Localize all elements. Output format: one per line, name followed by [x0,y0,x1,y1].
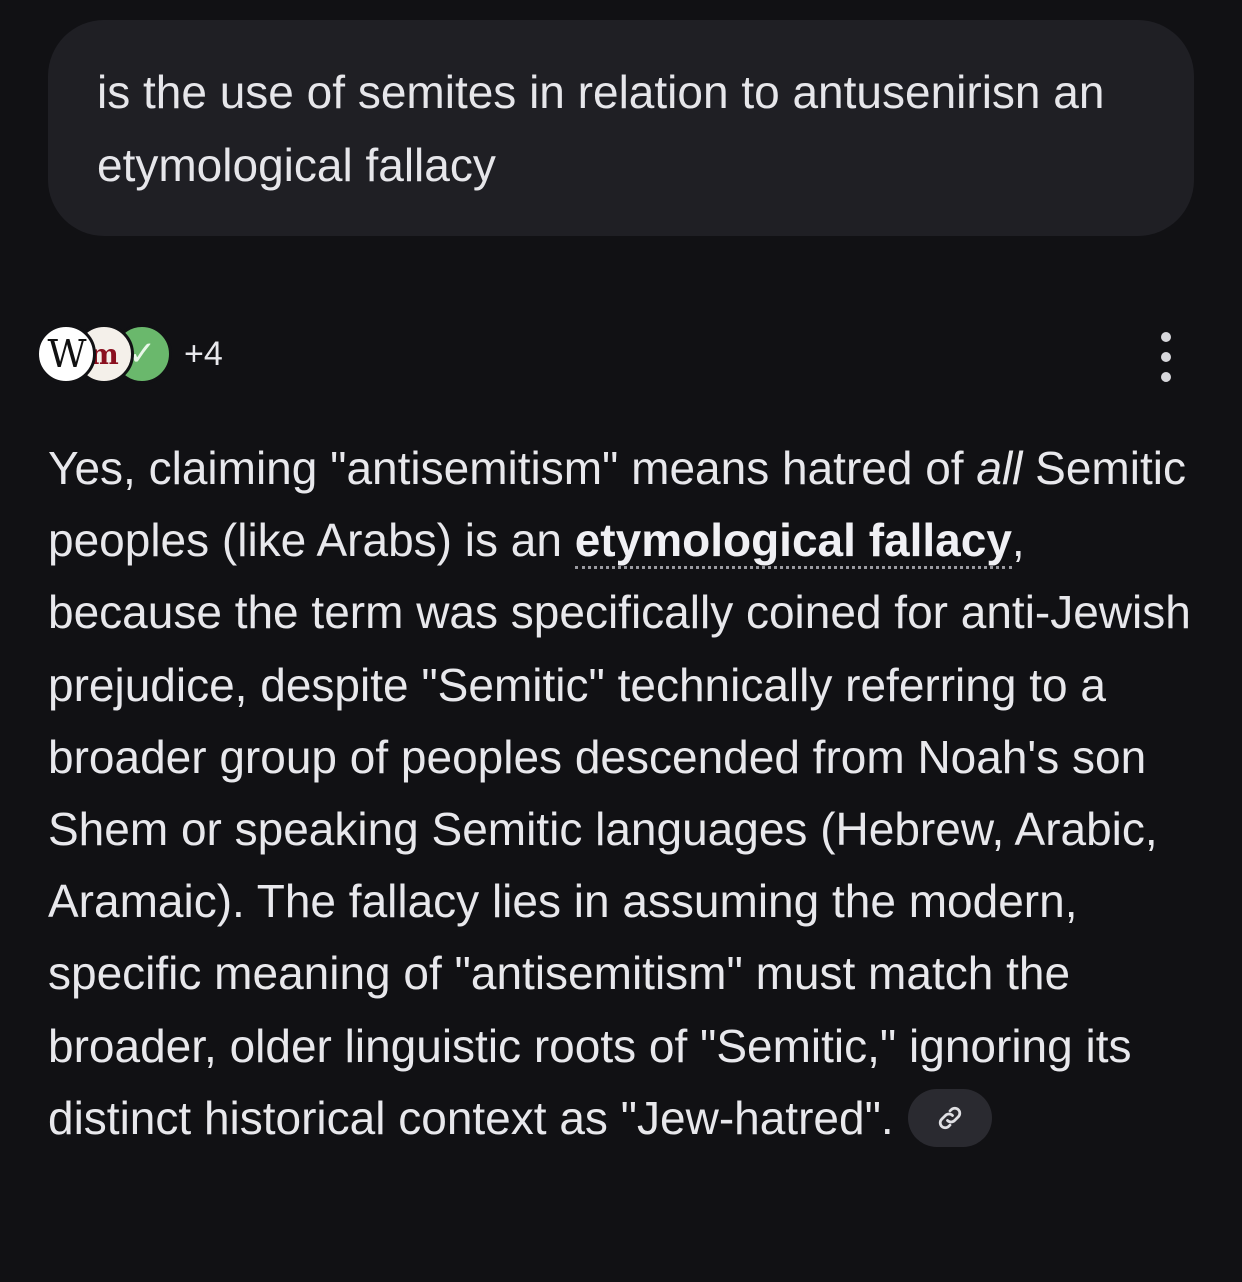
answer-emphasis: all [976,442,1023,494]
user-query-text: is the use of semites in relation to ant… [97,66,1105,191]
kebab-dot [1161,372,1171,382]
more-options-icon[interactable] [1150,332,1182,382]
wikipedia-icon[interactable]: W [36,324,96,384]
sources-row[interactable]: W m ✓ +4 [36,322,223,386]
answer-part-3: , because the term was specifically coin… [48,514,1191,1144]
kebab-dot [1161,332,1171,342]
answer-text: Yes, claiming "antisemitism" means hatre… [48,432,1198,1154]
link-icon [938,1106,961,1129]
source-link-chip[interactable] [907,1088,992,1147]
user-query-bubble: is the use of semites in relation to ant… [48,20,1194,236]
wikipedia-glyph: W [47,332,86,376]
answer-part-1: Yes, claiming "antisemitism" means hatre… [48,442,977,494]
more-sources-count[interactable]: +4 [184,335,223,374]
kebab-dot [1161,352,1171,362]
etymological-fallacy-link[interactable]: etymological fallacy [574,514,1012,570]
